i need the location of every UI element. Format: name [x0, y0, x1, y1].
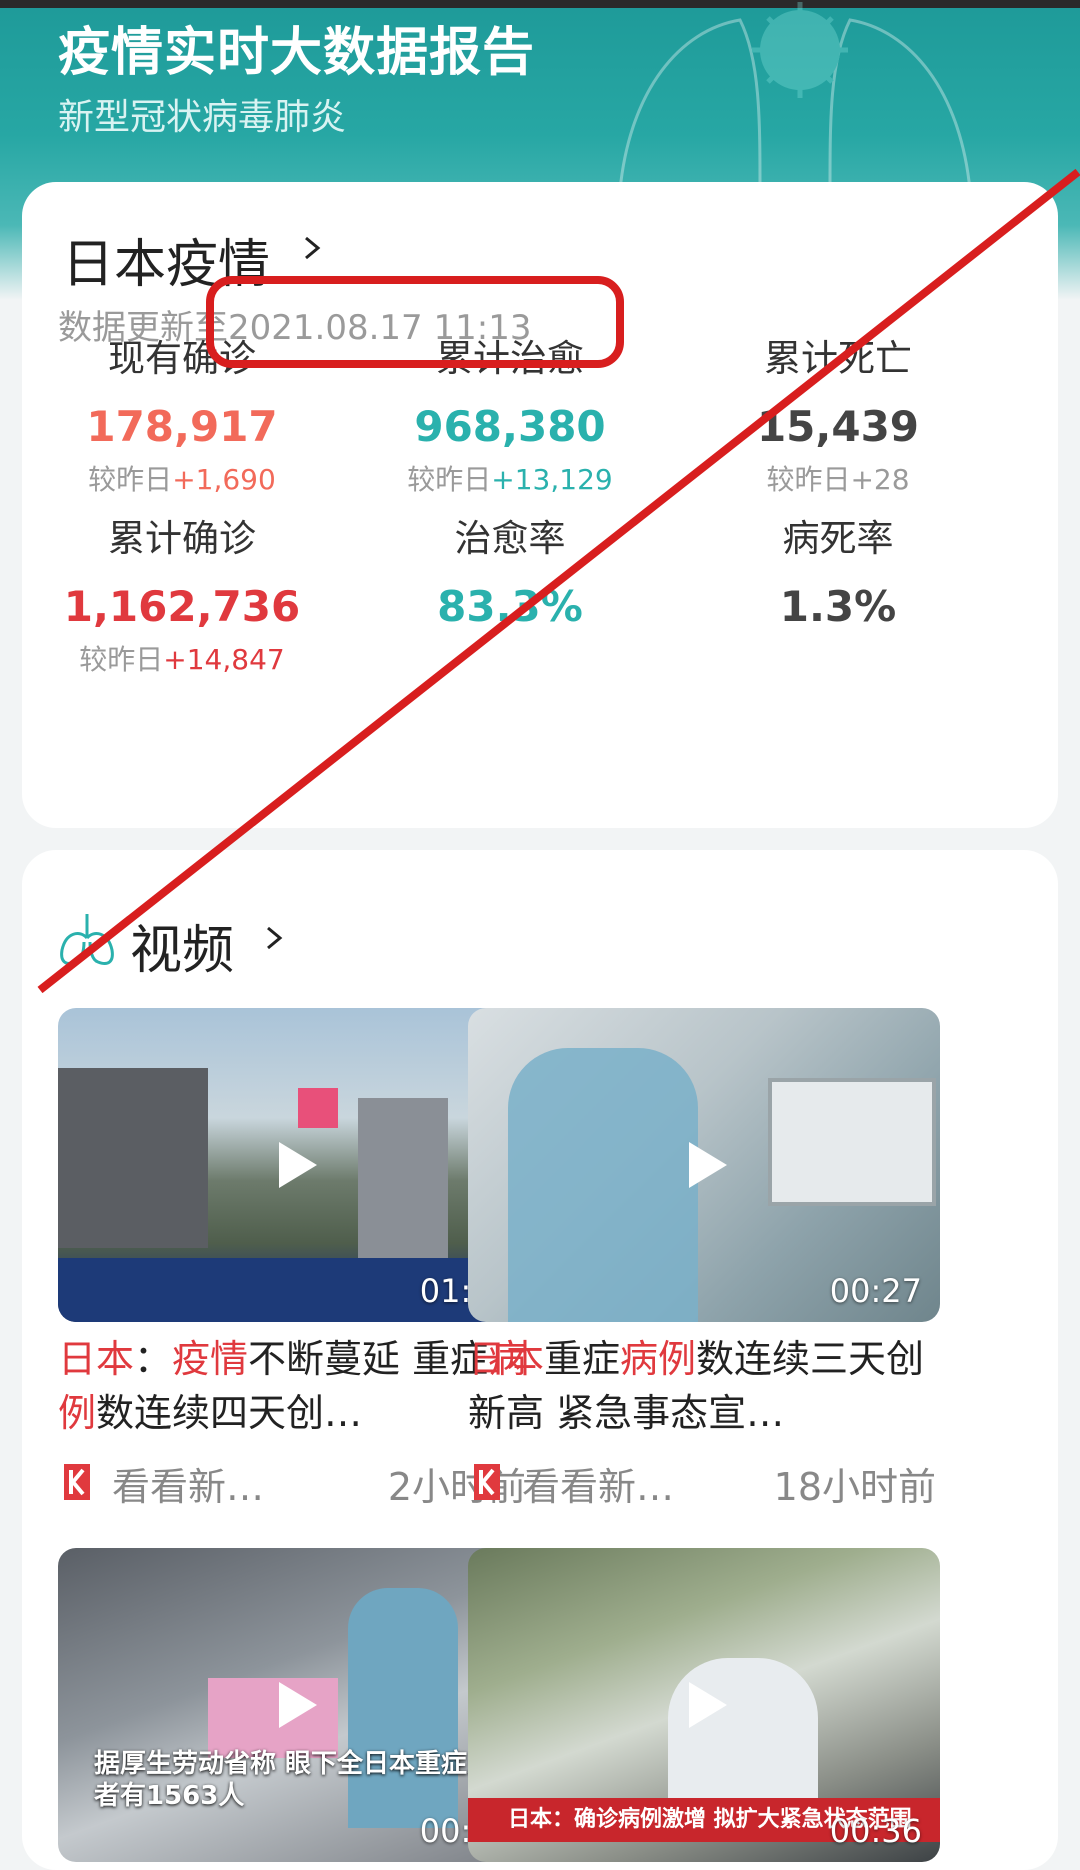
video-item[interactable]: 日本：确诊病例激增 拟扩大紧急状态范围 00:36 — [468, 1548, 940, 1862]
chevron-right-icon[interactable] — [300, 236, 324, 260]
stat-total-recovered: 累计治愈 968,380 较昨日+13,129 — [350, 332, 670, 500]
japan-stats-card: 日本疫情 数据更新至2021.08.17 11:13 现有确诊 178,917 … — [22, 182, 1058, 828]
video-caption: 据厚生劳动省称 眼下全日本重症患者有1563人 — [94, 1749, 494, 1811]
video-thumbnail[interactable]: 01:02 — [58, 1008, 530, 1322]
video-title: 日本：疫情不断蔓延 重症病例数连续四天创… — [58, 1337, 527, 1435]
play-icon[interactable] — [677, 1138, 731, 1192]
stat-value: 1.3% — [779, 582, 897, 631]
video-item[interactable]: 01:02 日本：疫情不断蔓延 重症病例数连续四天创… 看看新… 2小时前 — [58, 1008, 530, 1510]
lungs-icon — [60, 914, 114, 965]
stat-value: 178,917 — [86, 402, 278, 451]
video-section-title[interactable]: 视频 — [130, 908, 234, 983]
video-time: 18小时前 — [773, 1465, 936, 1509]
source-logo-icon — [474, 1464, 500, 1500]
video-item[interactable]: 00:27 日本重症病例数连续三天创新高 紧急事态宣… 看看新… 18小时前 — [468, 1008, 940, 1510]
page-subtitle: 新型冠状病毒肺炎 — [58, 97, 347, 138]
stat-label: 累计死亡 — [764, 337, 912, 380]
play-icon[interactable] — [677, 1678, 731, 1732]
video-thumbnail[interactable]: 日本：确诊病例激增 拟扩大紧急状态范围 00:36 — [468, 1548, 940, 1862]
stat-recovery-rate: 治愈率 83.3% — [350, 512, 670, 638]
video-source: 看看新… — [112, 1465, 265, 1509]
video-meta: 看看新… 18小时前 — [468, 1450, 940, 1510]
stat-label: 累计确诊 — [108, 517, 256, 560]
stat-label: 累计治愈 — [436, 337, 584, 380]
lungs-virus-illustration — [618, 2, 972, 190]
video-item[interactable]: 据厚生劳动省称 眼下全日本重症患者有1563人 00:30 — [58, 1548, 530, 1862]
video-title: 日本重症病例数连续三天创新高 紧急事态宣… — [468, 1337, 925, 1435]
stat-change: 较昨日+28 — [766, 463, 910, 496]
video-thumbnail[interactable]: 据厚生劳动省称 眼下全日本重症患者有1563人 00:30 — [58, 1548, 530, 1862]
stat-value: 968,380 — [414, 402, 606, 451]
play-icon[interactable] — [267, 1138, 321, 1192]
play-icon[interactable] — [267, 1678, 321, 1732]
stat-label: 治愈率 — [454, 517, 566, 560]
stat-total-deaths: 累计死亡 15,439 较昨日+28 — [678, 332, 998, 500]
source-logo-icon — [64, 1464, 90, 1500]
video-thumbnail[interactable]: 00:27 — [468, 1008, 940, 1322]
stat-total-confirmed: 累计确诊 1,162,736 较昨日+14,847 — [22, 512, 342, 680]
video-source: 看看新… — [522, 1465, 675, 1509]
chevron-right-icon[interactable] — [262, 926, 286, 950]
video-duration: 00:36 — [829, 1812, 922, 1850]
stat-change: 较昨日+1,690 — [88, 463, 276, 496]
video-section-card: 视频 01:02 日本：疫情不断蔓延 重症病例数连续四天创… 看看新… 2小时前 — [22, 850, 1058, 1870]
stat-value: 15,439 — [756, 402, 920, 451]
stats-card-title[interactable]: 日本疫情 — [62, 222, 270, 297]
video-meta: 看看新… 2小时前 — [58, 1450, 530, 1510]
stat-change: 较昨日+13,129 — [407, 463, 613, 496]
stat-current-confirmed: 现有确诊 178,917 较昨日+1,690 — [22, 332, 342, 500]
stat-value: 83.3% — [437, 582, 583, 631]
page-title: 疫情实时大数据报告 — [58, 23, 536, 83]
stat-fatality-rate: 病死率 1.3% — [678, 512, 998, 638]
stat-value: 1,162,736 — [63, 582, 301, 631]
stat-label: 现有确诊 — [108, 337, 256, 380]
video-duration: 00:27 — [829, 1272, 922, 1310]
stat-change: 较昨日+14,847 — [79, 643, 285, 676]
stat-label: 病死率 — [782, 517, 894, 560]
